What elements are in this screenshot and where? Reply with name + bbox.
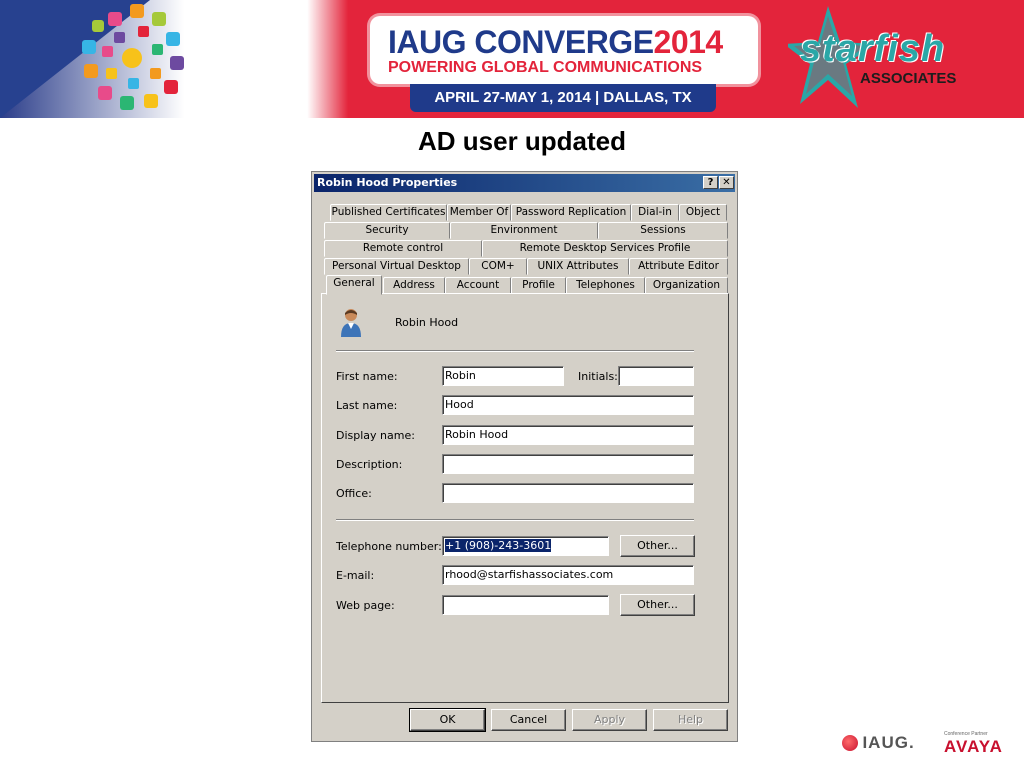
office-label: Office: (336, 487, 372, 500)
tab-password-replication[interactable]: Password Replication (511, 204, 631, 221)
tab-object[interactable]: Object (679, 204, 727, 221)
help-icon[interactable]: ? (703, 176, 718, 189)
display-name-field[interactable]: Robin Hood (442, 425, 694, 445)
user-display-name: Robin Hood (395, 316, 459, 329)
display-name-label: Display name: (336, 429, 415, 442)
separator-bottom (336, 519, 694, 521)
other-phone-button[interactable]: Other... (620, 535, 695, 557)
initials-label: Initials: (578, 370, 618, 383)
other-web-button[interactable]: Other... (620, 594, 695, 616)
iaug-wordmark: IAUG. (862, 733, 915, 752)
dialog-titlebar[interactable]: Robin Hood Properties ? ✕ (314, 174, 735, 192)
web-page-field[interactable] (442, 595, 609, 615)
tab-address[interactable]: Address (383, 277, 445, 294)
tab-row-4: Personal Virtual Desktop COM+ UNIX Attri… (322, 258, 730, 275)
initials-field[interactable] (618, 366, 694, 386)
description-label: Description: (336, 458, 403, 471)
separator-top (336, 350, 694, 352)
event-banner: IAUG CONVERGE2014 POWERING GLOBAL COMMUN… (0, 0, 1024, 118)
help-button[interactable]: Help (653, 709, 728, 731)
iaug-logo: IAUG. (842, 733, 915, 753)
tab-unix-attributes[interactable]: UNIX Attributes (527, 258, 629, 275)
tab-general[interactable]: General (326, 275, 382, 295)
description-field[interactable] (442, 454, 694, 474)
starfish-wordmark: starfish (800, 28, 946, 70)
banner-title-box: IAUG CONVERGE2014 POWERING GLOBAL COMMUN… (370, 16, 758, 84)
tab-row-2: Security Environment Sessions (322, 222, 730, 239)
slide-title: AD user updated (417, 126, 627, 156)
tab-published-certificates[interactable]: Published Certificates (330, 204, 447, 221)
ok-button[interactable]: OK (409, 708, 486, 732)
tab-row-1: Published Certificates Member Of Passwor… (322, 204, 730, 221)
avaya-wordmark: AVAYA (944, 737, 1003, 756)
first-name-label: First name: (336, 370, 398, 383)
tab-row-3: Remote control Remote Desktop Services P… (322, 240, 730, 257)
cancel-button[interactable]: Cancel (491, 709, 566, 731)
tab-security[interactable]: Security (324, 222, 450, 239)
banner-dates: APRIL 27-MAY 1, 2014 | DALLAS, TX (410, 84, 716, 112)
tab-member-of[interactable]: Member Of (447, 204, 511, 221)
tab-remote-control[interactable]: Remote control (324, 240, 482, 257)
avaya-logo: Conference Partner AVAYA (944, 731, 1003, 757)
telephone-field[interactable]: +1 (908)-243-3601 (442, 536, 609, 556)
telephone-label: Telephone number: (336, 540, 442, 553)
tab-remote-desktop-services-profile[interactable]: Remote Desktop Services Profile (482, 240, 728, 257)
banner-title-year: 2014 (653, 24, 724, 60)
conference-flower-logo (82, 4, 184, 110)
tab-attribute-editor[interactable]: Attribute Editor (629, 258, 728, 275)
office-field[interactable] (442, 483, 694, 503)
web-page-label: Web page: (336, 599, 395, 612)
tab-account[interactable]: Account (445, 277, 511, 294)
tab-com-plus[interactable]: COM+ (469, 258, 527, 275)
tab-environment[interactable]: Environment (450, 222, 598, 239)
email-field[interactable]: rhood@starfishassociates.com (442, 565, 694, 585)
tab-profile[interactable]: Profile (511, 277, 566, 294)
apply-button[interactable]: Apply (572, 709, 647, 731)
tab-organization[interactable]: Organization (645, 277, 728, 294)
tab-sessions[interactable]: Sessions (598, 222, 728, 239)
tab-telephones[interactable]: Telephones (566, 277, 645, 294)
telephone-value: +1 (908)-243-3601 (445, 539, 552, 552)
properties-dialog: Robin Hood Properties ? ✕ Published Cert… (311, 171, 738, 742)
banner-subtitle: POWERING GLOBAL COMMUNICATIONS (388, 59, 703, 76)
tab-row-5: General Address Account Profile Telephon… (322, 275, 730, 295)
last-name-field[interactable]: Hood (442, 395, 694, 415)
tab-dial-in[interactable]: Dial-in (631, 204, 679, 221)
email-label: E-mail: (336, 569, 375, 582)
close-icon[interactable]: ✕ (719, 176, 734, 189)
dialog-title: Robin Hood Properties (317, 176, 458, 189)
banner-title: IAUG CONVERGE2014 (388, 24, 724, 60)
starfish-subtitle: ASSOCIATES (860, 70, 957, 87)
tab-personal-virtual-desktop[interactable]: Personal Virtual Desktop (324, 258, 469, 275)
last-name-label: Last name: (336, 399, 398, 412)
iaug-dot-icon (842, 735, 858, 751)
first-name-field[interactable]: Robin (442, 366, 564, 386)
user-icon (341, 309, 361, 337)
